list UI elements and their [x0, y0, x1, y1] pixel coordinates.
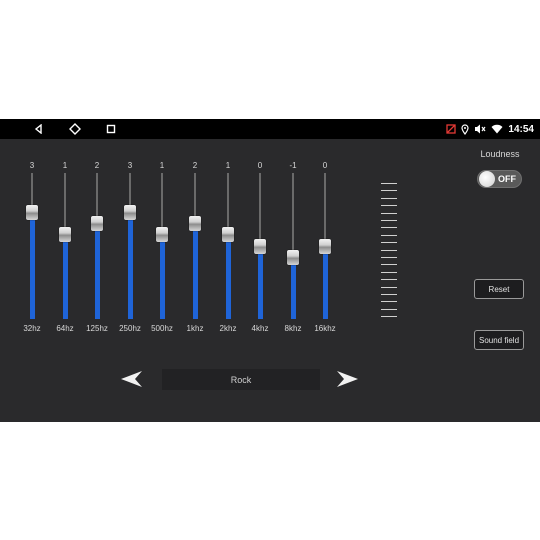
- scale-tick: [381, 213, 397, 214]
- slider-fill: [159, 234, 165, 319]
- status-time: 14:54: [508, 123, 534, 135]
- band-value: 1: [159, 161, 165, 170]
- scale-tick: [381, 294, 397, 295]
- scale-tick: [381, 227, 397, 228]
- band-value: 3: [29, 161, 35, 170]
- mute-icon: [474, 124, 486, 134]
- slider-thumb[interactable]: [222, 227, 234, 243]
- slider-thumb[interactable]: [124, 205, 136, 220]
- reset-button[interactable]: Reset: [474, 279, 524, 299]
- equalizer-screen: 14:54 3 32hz 1 64hz 2 125hz 3 250hz 1 500hz 2 1khz 1…: [0, 119, 540, 422]
- scale-tick: [381, 301, 397, 302]
- arrow-right-icon[interactable]: [336, 369, 360, 389]
- band-value: 1: [225, 161, 231, 170]
- slider-fill: [322, 246, 328, 319]
- slider-fill: [62, 234, 68, 319]
- slider-thumb[interactable]: [254, 238, 266, 254]
- scale-tick: [381, 250, 397, 251]
- slider-thumb[interactable]: [287, 249, 299, 265]
- wifi-icon: [491, 124, 503, 134]
- loudness-state: OFF: [498, 174, 516, 184]
- scale-tick: [381, 287, 397, 288]
- slider-fill: [225, 234, 231, 319]
- scale-tick: [381, 309, 397, 310]
- slider-thumb[interactable]: [26, 205, 38, 220]
- band-value: 0: [257, 161, 263, 170]
- band-value: 3: [127, 161, 133, 170]
- loudness-label: Loudness: [480, 149, 520, 159]
- band-value: 1: [62, 161, 68, 170]
- band-label: 16khz: [314, 324, 336, 333]
- slider-fill: [192, 223, 198, 319]
- slider-thumb[interactable]: [319, 238, 331, 254]
- scale-tick: [381, 272, 397, 273]
- slider-thumb[interactable]: [156, 227, 168, 243]
- band-value: 2: [192, 161, 198, 170]
- slider-thumb[interactable]: [91, 216, 103, 232]
- scale-tick: [381, 183, 397, 184]
- slider-fill: [127, 212, 133, 319]
- slider-fill: [257, 246, 263, 319]
- slider-thumb[interactable]: [189, 216, 201, 232]
- notification-icon: [446, 124, 457, 134]
- band-value: -1: [289, 161, 297, 170]
- scale-tick: [381, 257, 397, 258]
- scale-tick: [381, 235, 397, 236]
- preset-name: Rock: [162, 369, 320, 390]
- toggle-knob: [479, 171, 495, 187]
- home-icon[interactable]: [63, 119, 87, 139]
- scale-tick: [381, 205, 397, 206]
- band-value: 0: [322, 161, 328, 170]
- scale-tick: [381, 242, 397, 243]
- slider-thumb[interactable]: [59, 227, 71, 243]
- scale-tick: [381, 198, 397, 199]
- level-scale: [381, 183, 397, 318]
- loudness-toggle[interactable]: OFF: [477, 170, 522, 188]
- scale-tick: [381, 279, 397, 280]
- scale-tick: [381, 316, 397, 317]
- slider-fill: [290, 257, 296, 319]
- scale-tick: [381, 264, 397, 265]
- location-icon: [461, 123, 470, 135]
- back-icon[interactable]: [27, 119, 51, 139]
- scale-tick: [381, 220, 397, 221]
- band-value: 2: [94, 161, 100, 170]
- status-bar: 14:54: [0, 119, 540, 139]
- slider-fill: [94, 223, 100, 319]
- slider-fill: [29, 212, 35, 319]
- sound-field-button[interactable]: Sound field: [474, 330, 524, 350]
- arrow-left-icon[interactable]: [119, 369, 143, 389]
- recents-icon[interactable]: [99, 119, 123, 139]
- scale-tick: [381, 190, 397, 191]
